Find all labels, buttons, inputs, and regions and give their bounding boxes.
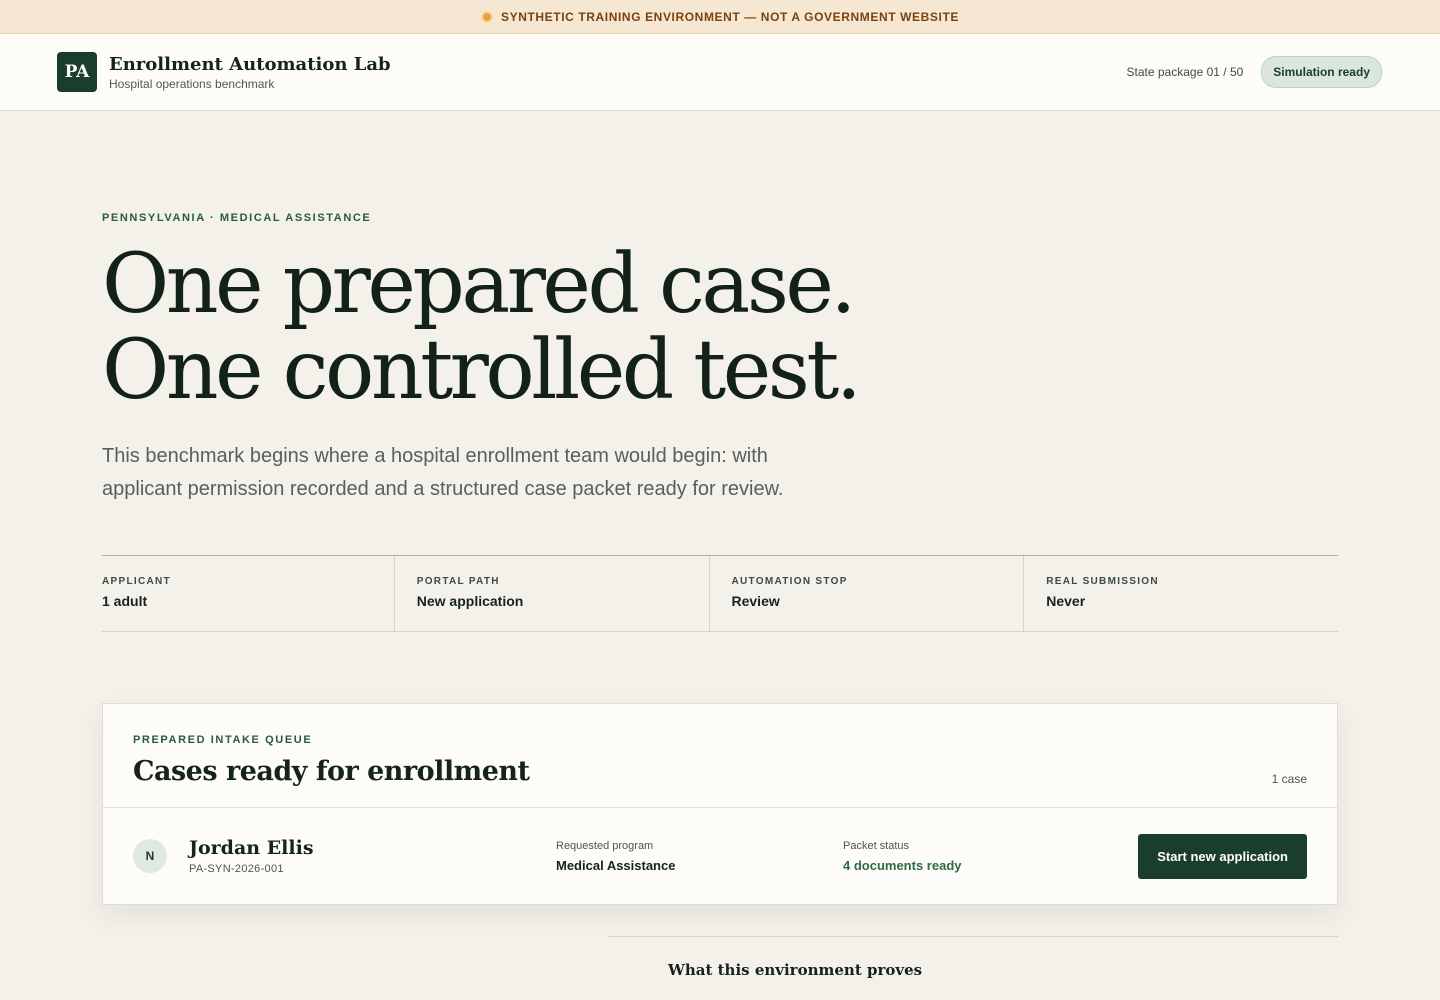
- state-package-counter: State package 01 / 50: [1126, 65, 1244, 79]
- simulation-status-badge: Simulation ready: [1261, 56, 1382, 88]
- case-id: PA-SYN-2026-001: [189, 863, 284, 875]
- environment-proves-section: What this environment proves: [608, 936, 1338, 979]
- packet-status-value: 4 documents ready: [843, 857, 962, 873]
- applicant-info: Jordan Ellis PA-SYN-2026-001: [189, 837, 556, 875]
- headline-line-2: One controlled test.: [102, 323, 862, 418]
- intake-queue-panel: PREPARED INTAKE QUEUE Cases ready for en…: [102, 703, 1338, 905]
- proves-title: What this environment proves: [668, 961, 923, 979]
- queue-case-count: 1 case: [1271, 772, 1307, 786]
- stat-label: PORTAL PATH: [416, 576, 500, 587]
- pa-logo: PA: [57, 52, 97, 92]
- hero-section: PENNSYLVANIA · MEDICAL ASSISTANCE One pr…: [0, 111, 1440, 632]
- warning-dot-icon: [481, 10, 493, 23]
- requested-program: Requested program Medical Assistance: [556, 840, 843, 873]
- stat-value: New application: [416, 593, 524, 609]
- stat-portal-path: PORTAL PATH New application: [393, 556, 709, 631]
- hero-lede: This benchmark begins where a hospital e…: [102, 445, 784, 500]
- stat-applicant: APPLICANT 1 adult: [102, 556, 394, 631]
- stat-label: REAL SUBMISSION: [1046, 576, 1159, 587]
- field-value: Medical Assistance: [556, 857, 676, 873]
- packet-status: Packet status 4 documents ready: [843, 840, 1130, 873]
- summary-stats: APPLICANT 1 adult PORTAL PATH New applic…: [102, 555, 1338, 632]
- header-status: State package 01 / 50 Simulation ready: [1127, 56, 1382, 88]
- start-new-application-button[interactable]: Start new application: [1138, 833, 1307, 879]
- applicant-name: Jordan Ellis: [189, 837, 314, 859]
- headline-line-1: One prepared case.: [102, 237, 857, 332]
- hero-headline: One prepared case. One controlled test.: [102, 242, 1338, 414]
- stat-automation-stop: AUTOMATION STOP Review: [708, 556, 1024, 631]
- stat-real-submission: REAL SUBMISSION Never: [1023, 556, 1338, 631]
- synthetic-environment-banner: SYNTHETIC TRAINING ENVIRONMENT — NOT A G…: [0, 0, 1440, 34]
- case-row: N Jordan Ellis PA-SYN-2026-001 Requested…: [103, 808, 1337, 904]
- brand-subtitle: Hospital operations benchmark: [109, 76, 275, 91]
- field-label: Packet status: [843, 839, 910, 852]
- stat-label: AUTOMATION STOP: [731, 576, 848, 587]
- stat-value: 1 adult: [102, 593, 148, 609]
- queue-eyebrow: PREPARED INTAKE QUEUE: [133, 734, 313, 746]
- queue-title: Cases ready for enrollment: [133, 756, 530, 787]
- stat-value: Review: [731, 593, 780, 609]
- banner-text: SYNTHETIC TRAINING ENVIRONMENT — NOT A G…: [501, 9, 959, 24]
- avatar: N: [133, 839, 167, 873]
- site-header: PA Enrollment Automation Lab Hospital op…: [0, 34, 1440, 111]
- brand-title: Enrollment Automation Lab: [109, 53, 391, 75]
- brand[interactable]: PA Enrollment Automation Lab Hospital op…: [57, 52, 391, 92]
- queue-header: PREPARED INTAKE QUEUE Cases ready for en…: [103, 704, 1337, 808]
- stat-label: APPLICANT: [102, 576, 171, 587]
- stat-value: Never: [1046, 593, 1086, 609]
- field-label: Requested program: [556, 839, 654, 852]
- hero-eyebrow: PENNSYLVANIA · MEDICAL ASSISTANCE: [102, 212, 372, 224]
